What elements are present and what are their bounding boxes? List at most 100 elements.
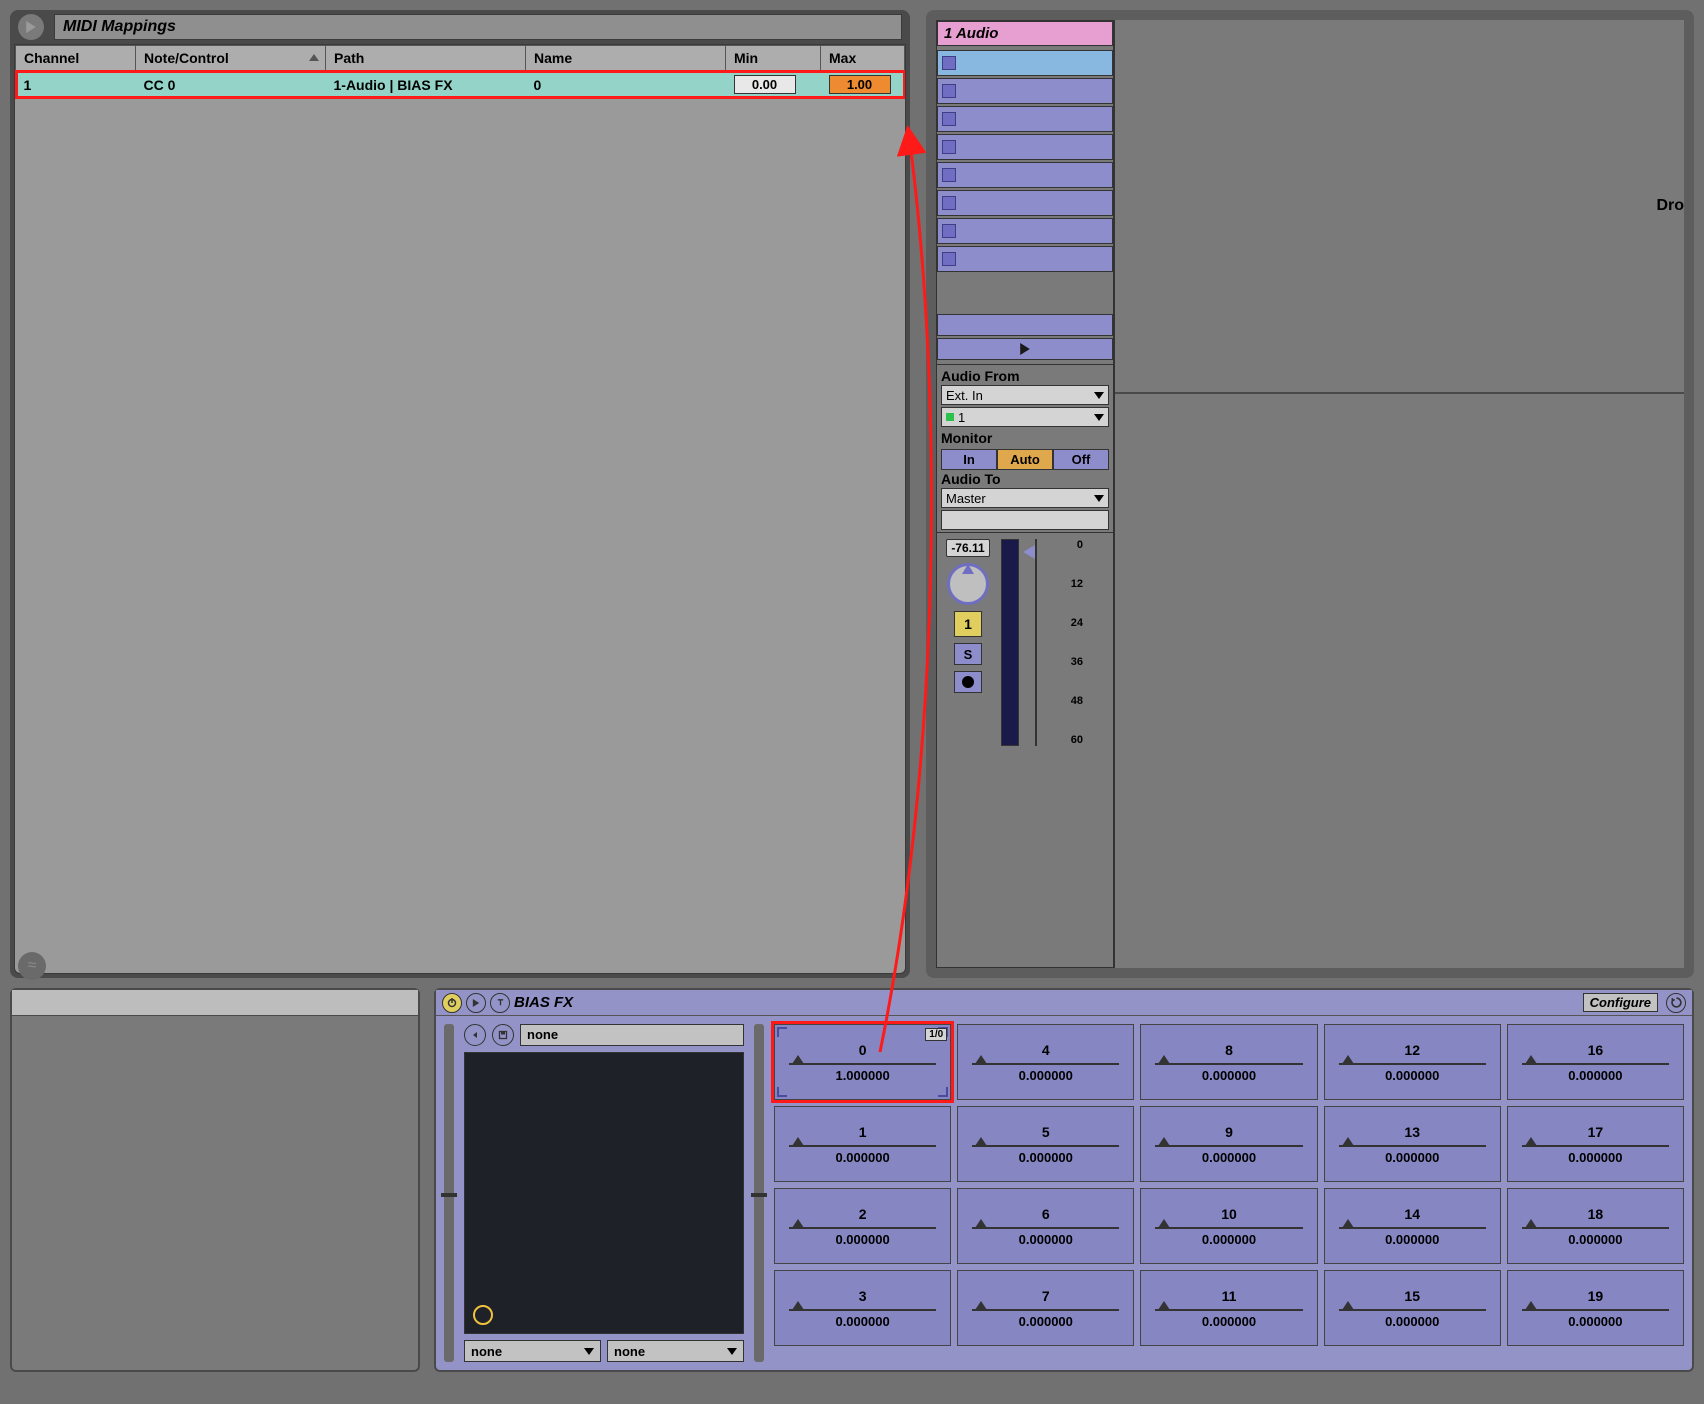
device-vertical-slider[interactable] (444, 1024, 454, 1362)
col-min[interactable]: Min (726, 46, 821, 71)
signal-indicator-icon (946, 413, 954, 421)
param-value: 0.000000 (1202, 1314, 1256, 1329)
param-value: 0.000000 (1568, 1314, 1622, 1329)
groove-pool-icon[interactable]: ≈ (18, 952, 46, 980)
stop-icon (942, 224, 956, 238)
device-select-a[interactable]: none (464, 1340, 601, 1362)
device-select-b[interactable]: none (607, 1340, 744, 1362)
parameter-slider[interactable]: 50.000000 (957, 1106, 1134, 1182)
monitor-auto-button[interactable]: Auto (997, 449, 1053, 470)
param-value: 0.000000 (835, 1314, 889, 1329)
solo-button[interactable]: S (954, 643, 982, 665)
param-value: 0.000000 (1202, 1232, 1256, 1247)
parameter-slider[interactable]: 140.000000 (1324, 1188, 1501, 1264)
audio-to-select[interactable]: Master (941, 488, 1109, 508)
parameter-slider[interactable]: 1/001.000000 (774, 1024, 951, 1100)
device-activator-button[interactable] (442, 993, 462, 1013)
audio-from-channel-select[interactable]: 1 (941, 407, 1109, 427)
col-path[interactable]: Path (326, 46, 526, 71)
param-handle-icon (975, 1219, 987, 1228)
param-number: 18 (1588, 1206, 1604, 1222)
track-activator-button[interactable]: 1 (954, 611, 982, 637)
midi-mappings-table: Channel Note/Control Path Name Min Max 1… (15, 45, 905, 98)
preset-prev-button[interactable] (464, 1024, 486, 1046)
clip-slot[interactable] (937, 162, 1113, 188)
clip-slot[interactable] (937, 218, 1113, 244)
parameter-slider[interactable]: 190.000000 (1507, 1270, 1684, 1346)
session-panel: 1 Audio Audio From Ext. In (926, 10, 1694, 978)
midi-play-icon[interactable] (18, 14, 44, 40)
cell-max[interactable]: 1.00 (821, 71, 905, 99)
clip-stop-row[interactable] (937, 314, 1113, 336)
parameter-slider[interactable]: 60.000000 (957, 1188, 1134, 1264)
monitor-label: Monitor (941, 429, 1109, 447)
col-name[interactable]: Name (526, 46, 726, 71)
configure-button[interactable]: Configure (1583, 993, 1658, 1012)
clip-slot[interactable] (937, 50, 1113, 76)
midi-mapping-row[interactable]: 1 CC 0 1-Audio | BIAS FX 0 0.00 1.00 (16, 71, 905, 99)
cell-min[interactable]: 0.00 (726, 71, 821, 99)
track-status-play[interactable] (937, 338, 1113, 360)
param-value: 0.000000 (1568, 1232, 1622, 1247)
plugin-display[interactable] (464, 1052, 744, 1334)
col-note-control[interactable]: Note/Control (136, 46, 326, 71)
device-refresh-button[interactable] (1666, 993, 1686, 1013)
clip-slot[interactable] (937, 246, 1113, 272)
clip-slot[interactable] (937, 134, 1113, 160)
col-channel[interactable]: Channel (16, 46, 136, 71)
preset-save-button[interactable] (492, 1024, 514, 1046)
audio-to-label: Audio To (941, 470, 1109, 488)
param-value: 0.000000 (1019, 1314, 1073, 1329)
param-track (1339, 1309, 1486, 1311)
param-handle-icon (1342, 1219, 1354, 1228)
parameter-slider[interactable]: 20.000000 (774, 1188, 951, 1264)
parameter-slider[interactable]: 150.000000 (1324, 1270, 1501, 1346)
parameter-slider[interactable]: 70.000000 (957, 1270, 1134, 1346)
parameter-slider[interactable]: 30.000000 (774, 1270, 951, 1346)
stop-icon (942, 252, 956, 266)
parameter-slider[interactable]: 160.000000 (1507, 1024, 1684, 1100)
device-vertical-slider[interactable] (754, 1024, 764, 1362)
midi-mappings-panel: MIDI Mappings Channel Note/Control Path … (10, 10, 910, 978)
param-handle-icon (975, 1301, 987, 1310)
parameter-slider[interactable]: 10.000000 (774, 1106, 951, 1182)
parameter-slider[interactable]: 120.000000 (1324, 1024, 1501, 1100)
param-track (1522, 1227, 1669, 1229)
record-arm-button[interactable] (954, 671, 982, 693)
monitor-off-button[interactable]: Off (1053, 449, 1109, 470)
show-plugin-window-button[interactable] (466, 993, 486, 1013)
clip-slot[interactable] (937, 78, 1113, 104)
audio-to-sub-select[interactable] (941, 510, 1109, 530)
peak-level[interactable]: -76.11 (946, 539, 989, 557)
param-number: 11 (1222, 1288, 1237, 1304)
track-title[interactable]: 1 Audio (937, 21, 1113, 46)
param-value: 0.000000 (1019, 1232, 1073, 1247)
volume-fader[interactable] (1023, 539, 1049, 746)
parameter-slider[interactable]: 18 0.000000 (1507, 1188, 1684, 1264)
param-value: 1.000000 (835, 1068, 889, 1083)
plugin-indicator-icon (473, 1305, 493, 1325)
parameter-slider[interactable]: 100.000000 (1140, 1188, 1317, 1264)
parameter-slider[interactable]: 80.000000 (1140, 1024, 1317, 1100)
monitor-in-button[interactable]: In (941, 449, 997, 470)
param-track (1522, 1063, 1669, 1065)
parameter-slider[interactable]: 130.000000 (1324, 1106, 1501, 1182)
param-track (789, 1145, 936, 1147)
level-meter (1001, 539, 1019, 746)
parameter-slider[interactable]: 170.000000 (1507, 1106, 1684, 1182)
preset-name-field[interactable]: none (520, 1024, 744, 1046)
param-track (972, 1145, 1119, 1147)
parameter-slider[interactable]: 40.000000 (957, 1024, 1134, 1100)
clip-slot[interactable] (937, 190, 1113, 216)
col-max[interactable]: Max (821, 46, 905, 71)
param-track (789, 1063, 936, 1065)
param-track (972, 1227, 1119, 1229)
parameter-slider[interactable]: 90.000000 (1140, 1106, 1317, 1182)
drop-area[interactable]: Dro (1114, 20, 1684, 968)
clip-slot[interactable] (937, 106, 1113, 132)
parameter-slider[interactable]: 11 0.000000 (1140, 1270, 1317, 1346)
audio-from-select[interactable]: Ext. In (941, 385, 1109, 405)
device-edit-button[interactable] (490, 993, 510, 1013)
cell-path: 1-Audio | BIAS FX (326, 71, 526, 99)
pan-knob[interactable] (947, 563, 989, 605)
